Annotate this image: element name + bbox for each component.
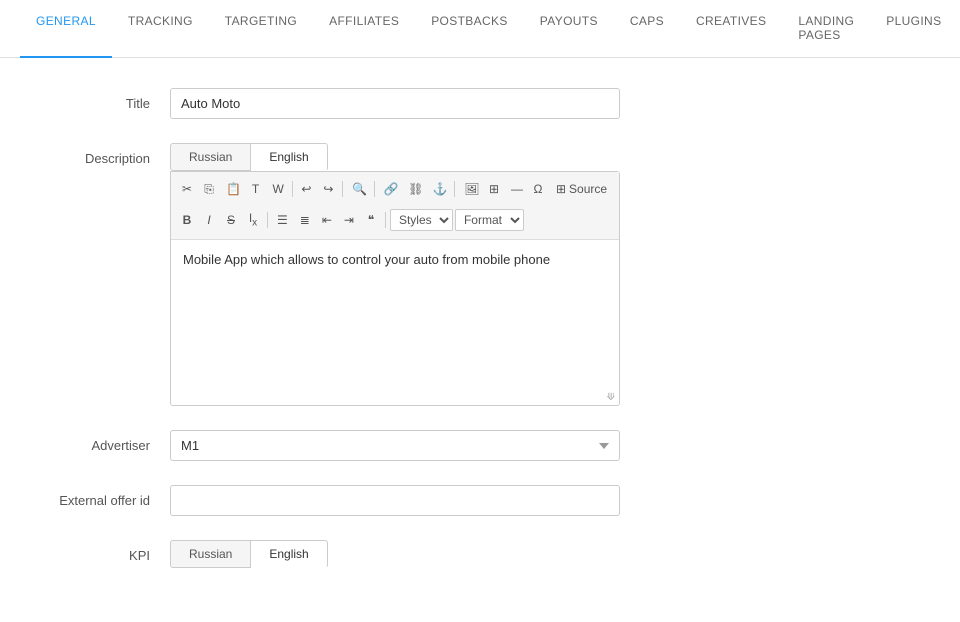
source-label: Source bbox=[569, 182, 607, 196]
toolbar-row-2: B I S Ix ☰ ≣ ⇤ ⇥ ❝ Styles bbox=[177, 205, 613, 235]
kpi-row: KPI Russian English bbox=[40, 540, 920, 568]
toolbar-cut[interactable]: ✂ bbox=[177, 178, 197, 201]
kpi-lang-tabs: Russian English bbox=[170, 540, 620, 568]
nav-targeting[interactable]: TARGETING bbox=[209, 0, 313, 58]
description-editor-body[interactable]: Mobile App which allows to control your … bbox=[171, 240, 619, 390]
external-offer-id-input[interactable] bbox=[170, 485, 620, 516]
toolbar-redo[interactable]: ↪ bbox=[318, 178, 338, 201]
description-row: Description Russian English ✂ ⎘ 📋 T W ↩ bbox=[40, 143, 920, 406]
description-tab-english[interactable]: English bbox=[251, 143, 327, 171]
description-label: Description bbox=[40, 143, 170, 166]
advertiser-field-wrap: M1 bbox=[170, 430, 620, 461]
description-tab-russian[interactable]: Russian bbox=[170, 143, 251, 171]
external-offer-id-field-wrap bbox=[170, 485, 620, 516]
title-row: Title bbox=[40, 88, 920, 119]
toolbar-image[interactable]: 🖼 bbox=[459, 178, 482, 201]
nav-plugins[interactable]: PLUGINS bbox=[870, 0, 957, 58]
advertiser-row: Advertiser M1 bbox=[40, 430, 920, 461]
toolbar-paste-word[interactable]: W bbox=[268, 178, 288, 201]
toolbar-table[interactable]: ⊞ bbox=[484, 178, 504, 201]
toolbar-copy[interactable]: ⎘ bbox=[199, 178, 219, 201]
description-field-wrap: Russian English ✂ ⎘ 📋 T W ↩ ↪ bbox=[170, 143, 620, 406]
source-icon: ⊞ bbox=[556, 182, 566, 196]
toolbar-ordered-list[interactable]: ☰ bbox=[272, 209, 293, 232]
toolbar-bold[interactable]: B bbox=[177, 209, 197, 232]
top-navigation: GENERAL TRACKING TARGETING AFFILIATES PO… bbox=[0, 0, 960, 58]
toolbar-undo[interactable]: ↩ bbox=[296, 178, 316, 201]
toolbar-sep-1 bbox=[292, 181, 293, 197]
toolbar-blockquote[interactable]: ❝ bbox=[361, 209, 381, 232]
external-offer-id-label: External offer id bbox=[40, 485, 170, 508]
nav-payouts[interactable]: PAYOUTS bbox=[524, 0, 614, 58]
nav-caps[interactable]: CAPS bbox=[614, 0, 680, 58]
kpi-label: KPI bbox=[40, 540, 170, 563]
kpi-field-wrap: Russian English bbox=[170, 540, 620, 568]
toolbar-italic[interactable]: I bbox=[199, 209, 219, 232]
toolbar-source-button[interactable]: ⊞ Source bbox=[550, 179, 613, 199]
kpi-tab-russian[interactable]: Russian bbox=[170, 540, 251, 568]
toolbar-row-1: ✂ ⎘ 📋 T W ↩ ↪ 🔍 🔗 ⛓ ⚓ bbox=[177, 176, 613, 203]
advertiser-label: Advertiser bbox=[40, 430, 170, 453]
nav-affiliates[interactable]: AFFILIATES bbox=[313, 0, 415, 58]
title-label: Title bbox=[40, 88, 170, 111]
toolbar-sep-2 bbox=[342, 181, 343, 197]
kpi-tab-english[interactable]: English bbox=[251, 540, 327, 568]
toolbar-subscript[interactable]: Ix bbox=[243, 207, 263, 233]
nav-landing-pages[interactable]: LANDING PAGES bbox=[782, 0, 870, 58]
toolbar-sep-3 bbox=[374, 181, 375, 197]
toolbar-link[interactable]: 🔗 bbox=[379, 178, 402, 201]
editor-toolbar: ✂ ⎘ 📋 T W ↩ ↪ 🔍 🔗 ⛓ ⚓ bbox=[171, 172, 619, 240]
title-field-wrap bbox=[170, 88, 620, 119]
nav-creatives[interactable]: CREATIVES bbox=[680, 0, 782, 58]
nav-general[interactable]: GENERAL bbox=[20, 0, 112, 58]
editor-resize-handle[interactable]: ⟱ bbox=[171, 390, 619, 405]
toolbar-strikethrough[interactable]: S bbox=[221, 209, 241, 232]
advertiser-select[interactable]: M1 bbox=[170, 430, 620, 461]
toolbar-paste[interactable]: 📋 bbox=[221, 178, 244, 201]
toolbar-unordered-list[interactable]: ≣ bbox=[295, 209, 315, 232]
nav-tracking[interactable]: TRACKING bbox=[112, 0, 209, 58]
toolbar-unlink[interactable]: ⛓ bbox=[403, 178, 426, 201]
toolbar-format-select[interactable]: Format bbox=[455, 209, 524, 231]
toolbar-find[interactable]: 🔍 bbox=[347, 178, 370, 201]
toolbar-paste-text[interactable]: T bbox=[246, 178, 266, 201]
toolbar-special-char[interactable]: Ω bbox=[528, 178, 548, 201]
toolbar-styles-select[interactable]: Styles bbox=[390, 209, 453, 231]
main-content: Title Description Russian English ✂ ⎘ 📋 … bbox=[0, 58, 960, 622]
toolbar-sep-5 bbox=[267, 212, 268, 228]
description-editor: ✂ ⎘ 📋 T W ↩ ↪ 🔍 🔗 ⛓ ⚓ bbox=[170, 171, 620, 406]
toolbar-hr[interactable]: — bbox=[506, 178, 526, 201]
external-offer-id-row: External offer id bbox=[40, 485, 920, 516]
toolbar-sep-4 bbox=[454, 181, 455, 197]
description-text: Mobile App which allows to control your … bbox=[183, 252, 550, 267]
toolbar-sep-6 bbox=[385, 212, 386, 228]
nav-postbacks[interactable]: POSTBACKS bbox=[415, 0, 524, 58]
toolbar-anchor[interactable]: ⚓ bbox=[428, 178, 451, 201]
description-lang-tabs: Russian English bbox=[170, 143, 620, 171]
toolbar-outdent[interactable]: ⇤ bbox=[317, 209, 337, 232]
toolbar-indent[interactable]: ⇥ bbox=[339, 209, 359, 232]
title-input[interactable] bbox=[170, 88, 620, 119]
